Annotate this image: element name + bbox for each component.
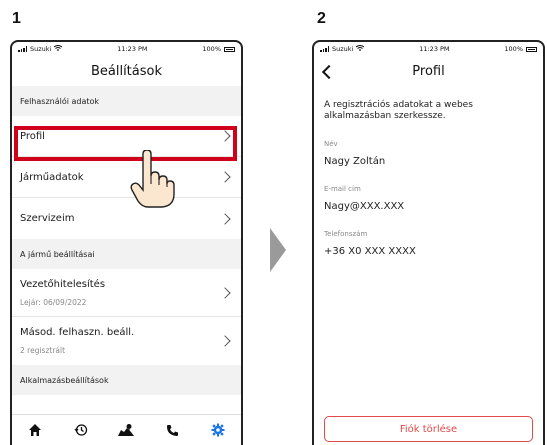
tab-phone[interactable] bbox=[160, 418, 184, 442]
battery-percent: 100% bbox=[202, 45, 221, 53]
phone-screen-settings: Suzuki 11:23 PM 100% Beállítások Felhasz… bbox=[10, 40, 243, 445]
next-step-arrow-icon bbox=[270, 228, 286, 272]
battery-icon bbox=[224, 46, 235, 52]
chevron-right-icon bbox=[219, 212, 231, 225]
map-icon bbox=[118, 424, 135, 436]
row-sublabel: Lejár: 06/09/2022 bbox=[20, 297, 87, 307]
wifi-icon bbox=[54, 45, 63, 53]
settings-row-services[interactable]: Szervizeim bbox=[12, 198, 241, 239]
nav-bar: Beállítások bbox=[12, 56, 241, 86]
status-bar: Suzuki 11:23 PM 100% bbox=[314, 42, 543, 56]
name-value: Nagy Zoltán bbox=[324, 156, 386, 167]
chevron-right-icon bbox=[219, 335, 231, 347]
row-label: Másod. felhaszn. beáll. bbox=[20, 327, 135, 338]
home-icon bbox=[28, 424, 41, 436]
section-header-user-data: Felhasználói adatok bbox=[12, 86, 241, 116]
email-label: E-mail cím bbox=[324, 185, 361, 193]
section-header-vehicle-settings: A jármű beállításai bbox=[12, 239, 241, 269]
name-label: Név bbox=[324, 140, 338, 148]
wifi-icon bbox=[356, 45, 365, 53]
email-value: Nagy@XXX.XXX bbox=[324, 201, 405, 212]
row-label: Vezetőhitelesítés bbox=[20, 278, 106, 290]
step-number-2: 2 bbox=[317, 10, 326, 27]
signal-icon bbox=[320, 46, 329, 52]
settings-row-vehicle-data[interactable]: Járműadatok bbox=[12, 157, 241, 198]
chevron-right-icon bbox=[219, 286, 231, 299]
page-title: Beállítások bbox=[90, 63, 163, 79]
phone-screen-profile: Suzuki 11:23 PM 100% Profil A regisztrác… bbox=[312, 40, 545, 445]
page-title: Profil bbox=[412, 63, 445, 79]
battery-icon bbox=[526, 46, 537, 52]
signal-icon bbox=[18, 46, 27, 52]
row-label: Járműadatok bbox=[20, 171, 84, 183]
tab-map[interactable] bbox=[114, 418, 138, 442]
status-time: 11:23 PM bbox=[419, 45, 450, 53]
phone-label: Telefonszám bbox=[324, 230, 368, 238]
section-header-app-settings: Alkalmazásbeállítások bbox=[12, 365, 241, 395]
profile-highlight-box bbox=[14, 126, 237, 161]
tab-bar bbox=[12, 414, 241, 445]
carrier-name: Suzuki bbox=[332, 45, 354, 53]
carrier-name: Suzuki bbox=[30, 45, 52, 53]
row-sublabel: 2 regisztrált bbox=[20, 346, 66, 355]
status-bar: Suzuki 11:23 PM 100% bbox=[12, 42, 241, 56]
tab-history[interactable] bbox=[69, 418, 93, 442]
step-number-1: 1 bbox=[12, 10, 21, 27]
tab-home[interactable] bbox=[23, 418, 47, 442]
profile-content: A regisztrációs adatokat a webes alkalma… bbox=[314, 100, 543, 257]
phone-icon bbox=[166, 424, 178, 436]
status-time: 11:23 PM bbox=[117, 45, 148, 53]
delete-account-button[interactable]: Fiók törlése bbox=[324, 416, 533, 442]
battery-percent: 100% bbox=[504, 45, 523, 53]
row-label: Szervizeim bbox=[20, 213, 75, 224]
gear-icon bbox=[211, 423, 225, 437]
tap-hand-icon bbox=[130, 150, 175, 208]
profile-intro-text: A regisztrációs adatokat a webes alkalma… bbox=[324, 100, 473, 121]
phone-value: +36 X0 XXX XXXX bbox=[324, 246, 416, 257]
nav-bar: Profil bbox=[314, 56, 543, 86]
tab-settings[interactable] bbox=[206, 418, 230, 442]
settings-row-driver-auth[interactable]: Vezetőhitelesítés Lejár: 06/09/2022 bbox=[12, 269, 241, 317]
settings-row-secondary-users[interactable]: Másod. felhaszn. beáll. 2 regisztrált bbox=[12, 317, 241, 365]
back-chevron-icon[interactable] bbox=[321, 64, 337, 80]
chevron-right-icon bbox=[219, 171, 231, 183]
history-icon bbox=[74, 424, 87, 436]
